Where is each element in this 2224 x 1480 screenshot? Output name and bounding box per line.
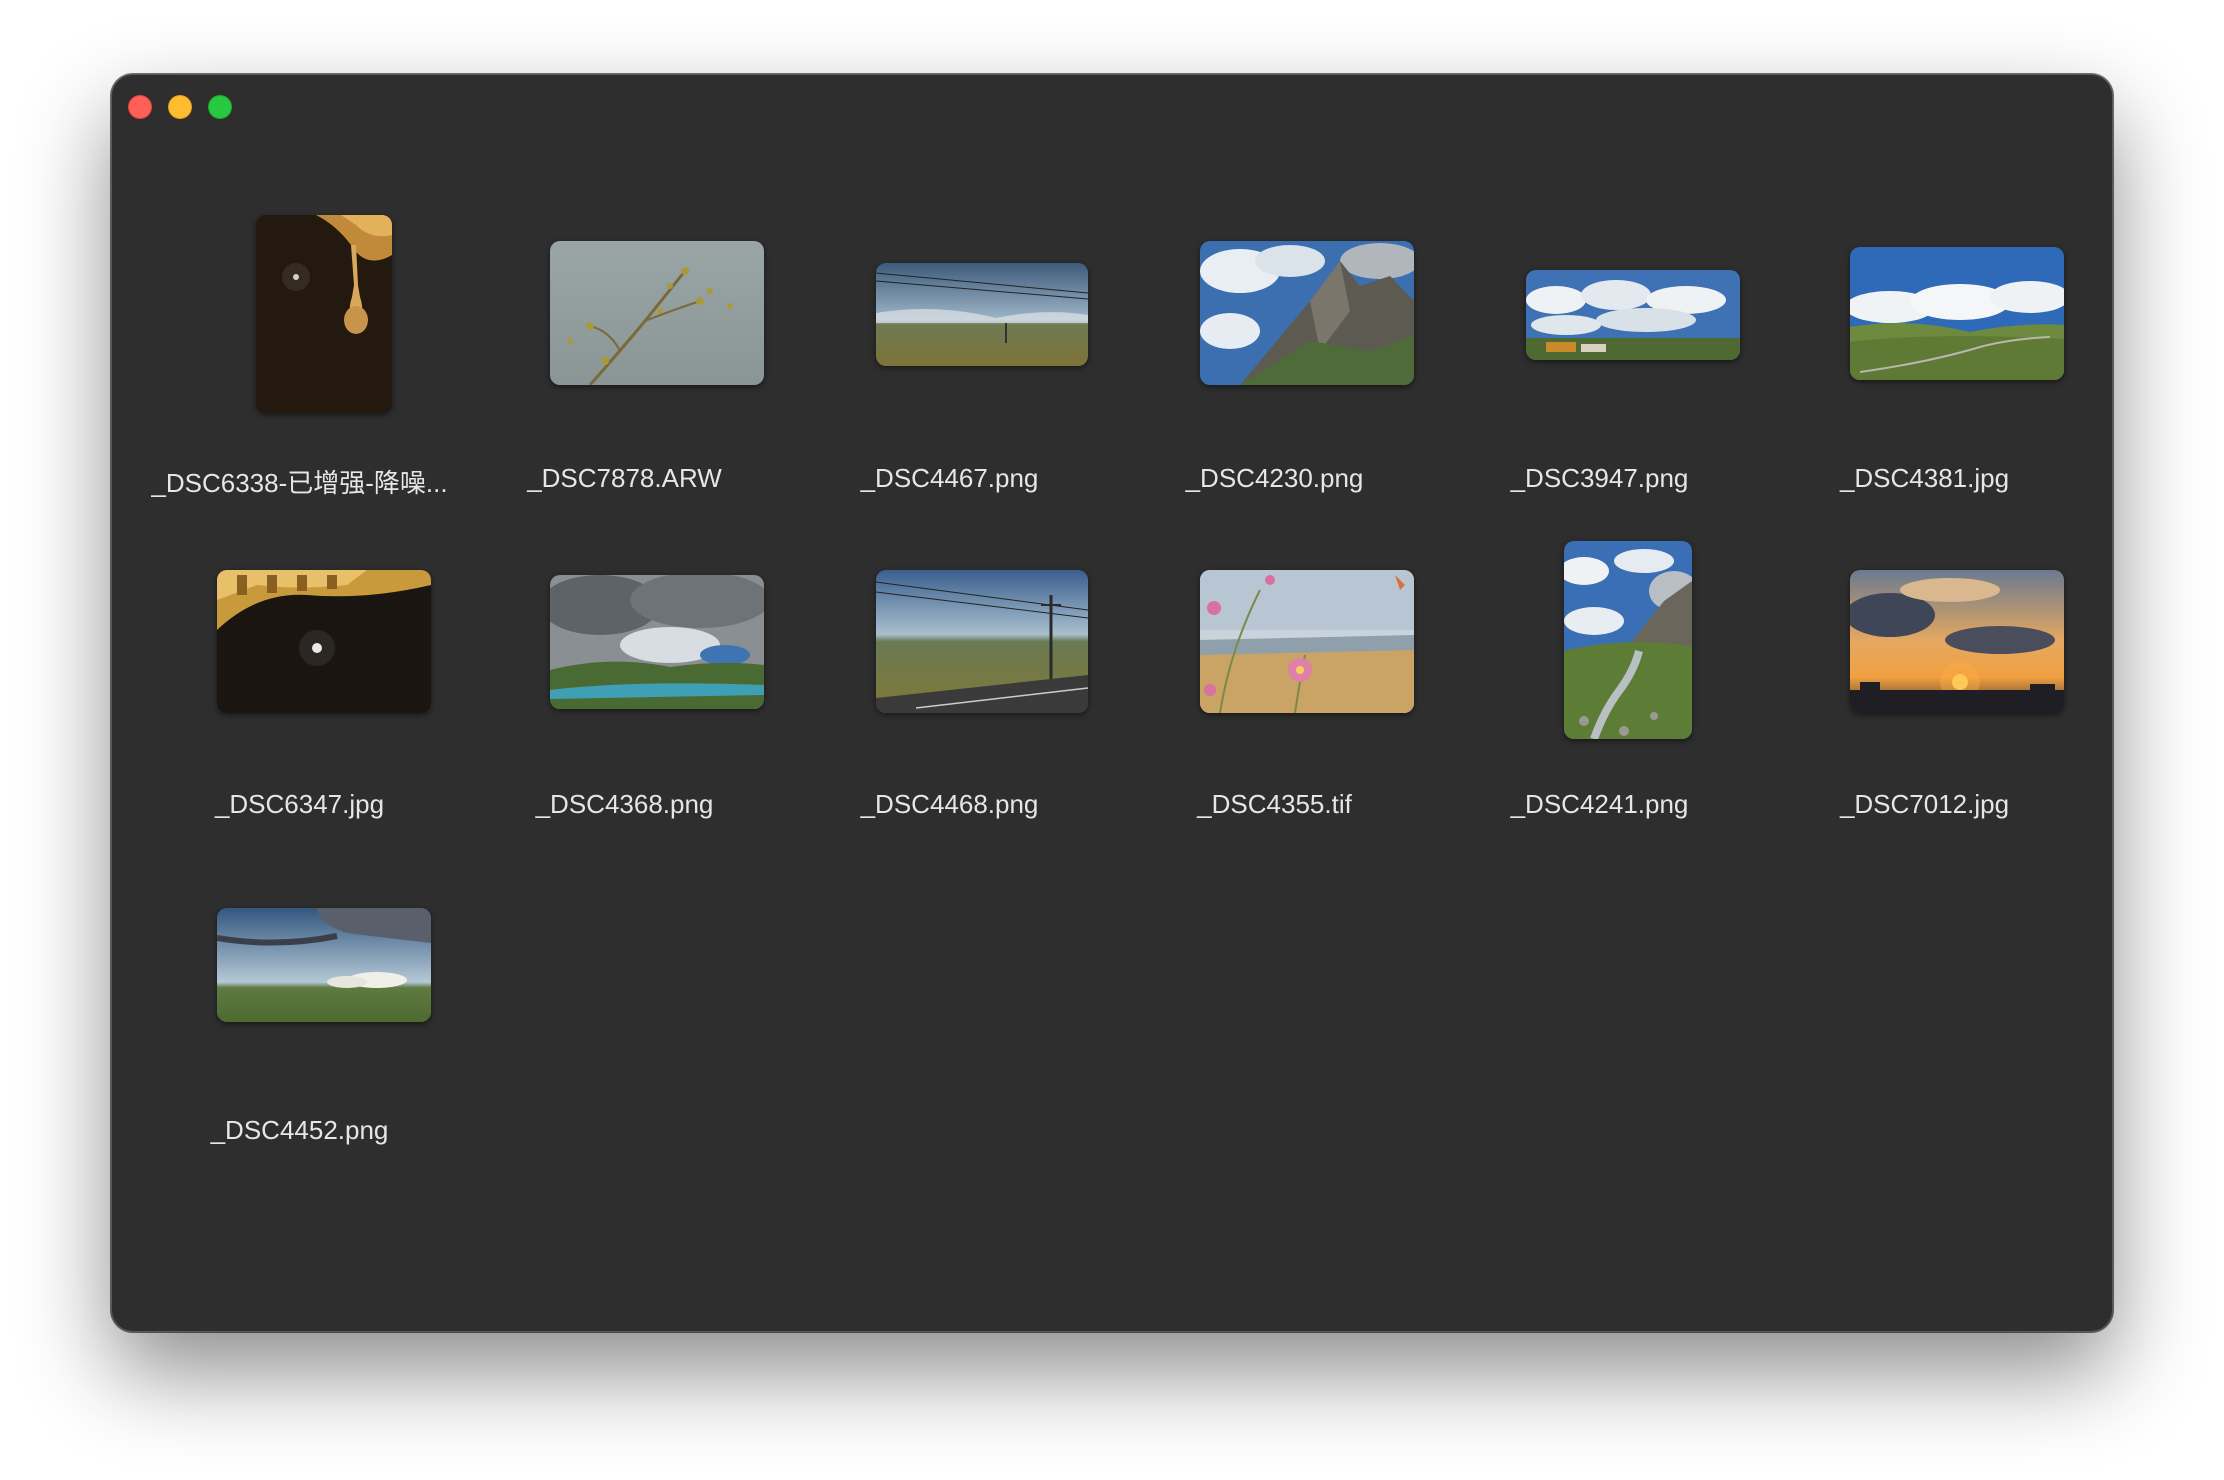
file-item[interactable]: _DSC4452.png (137, 867, 462, 1167)
image-thumbnail (1564, 541, 1692, 739)
file-name: _DSC4355.tif (1197, 789, 1352, 819)
image-thumbnail (876, 570, 1088, 713)
image-thumbnail (217, 570, 431, 713)
file-item[interactable]: _DSC7878.ARW (462, 215, 787, 515)
file-name: _DSC4241.png (1510, 789, 1689, 819)
image-thumbnail (550, 241, 764, 385)
file-item[interactable]: _DSC4467.png (787, 215, 1112, 515)
image-thumbnail (876, 263, 1088, 366)
image-thumbnail (1850, 247, 2064, 380)
image-thumbnail (217, 908, 431, 1022)
file-name: _DSC3947.png (1510, 463, 1689, 493)
file-item[interactable]: _DSC7012.jpg (1762, 541, 2087, 841)
file-item[interactable]: _DSC4230.png (1112, 215, 1437, 515)
file-item[interactable]: _DSC6347.jpg (137, 541, 462, 841)
file-name: _DSC6338-已增强-降噪... (151, 468, 448, 498)
image-thumbnail (550, 575, 764, 709)
file-name: _DSC4452.png (210, 1115, 389, 1145)
file-name: _DSC4468.png (860, 789, 1039, 819)
file-item[interactable]: _DSC3947.png (1437, 215, 1762, 515)
image-thumbnail (1200, 570, 1414, 713)
finder-window: _DSC6338-已增强-降噪... _DSC7878.ARW _DSC4467… (111, 74, 2113, 1332)
file-item[interactable]: _DSC6338-已增强-降噪... (137, 215, 462, 515)
zoom-button[interactable] (208, 95, 232, 119)
minimize-button[interactable] (168, 95, 192, 119)
image-thumbnail (1200, 241, 1414, 385)
file-item[interactable]: _DSC4241.png (1437, 541, 1762, 841)
file-name: _DSC7878.ARW (527, 463, 722, 493)
file-item[interactable]: _DSC4468.png (787, 541, 1112, 841)
file-name: _DSC4467.png (860, 463, 1039, 493)
file-name: _DSC6347.jpg (214, 789, 385, 819)
file-item[interactable]: _DSC4355.tif (1112, 541, 1437, 841)
image-thumbnail (1526, 270, 1740, 360)
file-item[interactable]: _DSC4381.jpg (1762, 215, 2087, 515)
image-thumbnail (256, 215, 392, 413)
title-bar[interactable] (112, 75, 2112, 135)
file-name: _DSC4230.png (1185, 463, 1364, 493)
image-thumbnail (1850, 570, 2064, 713)
close-button[interactable] (128, 95, 152, 119)
file-name: _DSC7012.jpg (1839, 789, 2010, 819)
file-name: _DSC4381.jpg (1839, 463, 2010, 493)
file-name: _DSC4368.png (535, 789, 714, 819)
file-item[interactable]: _DSC4368.png (462, 541, 787, 841)
